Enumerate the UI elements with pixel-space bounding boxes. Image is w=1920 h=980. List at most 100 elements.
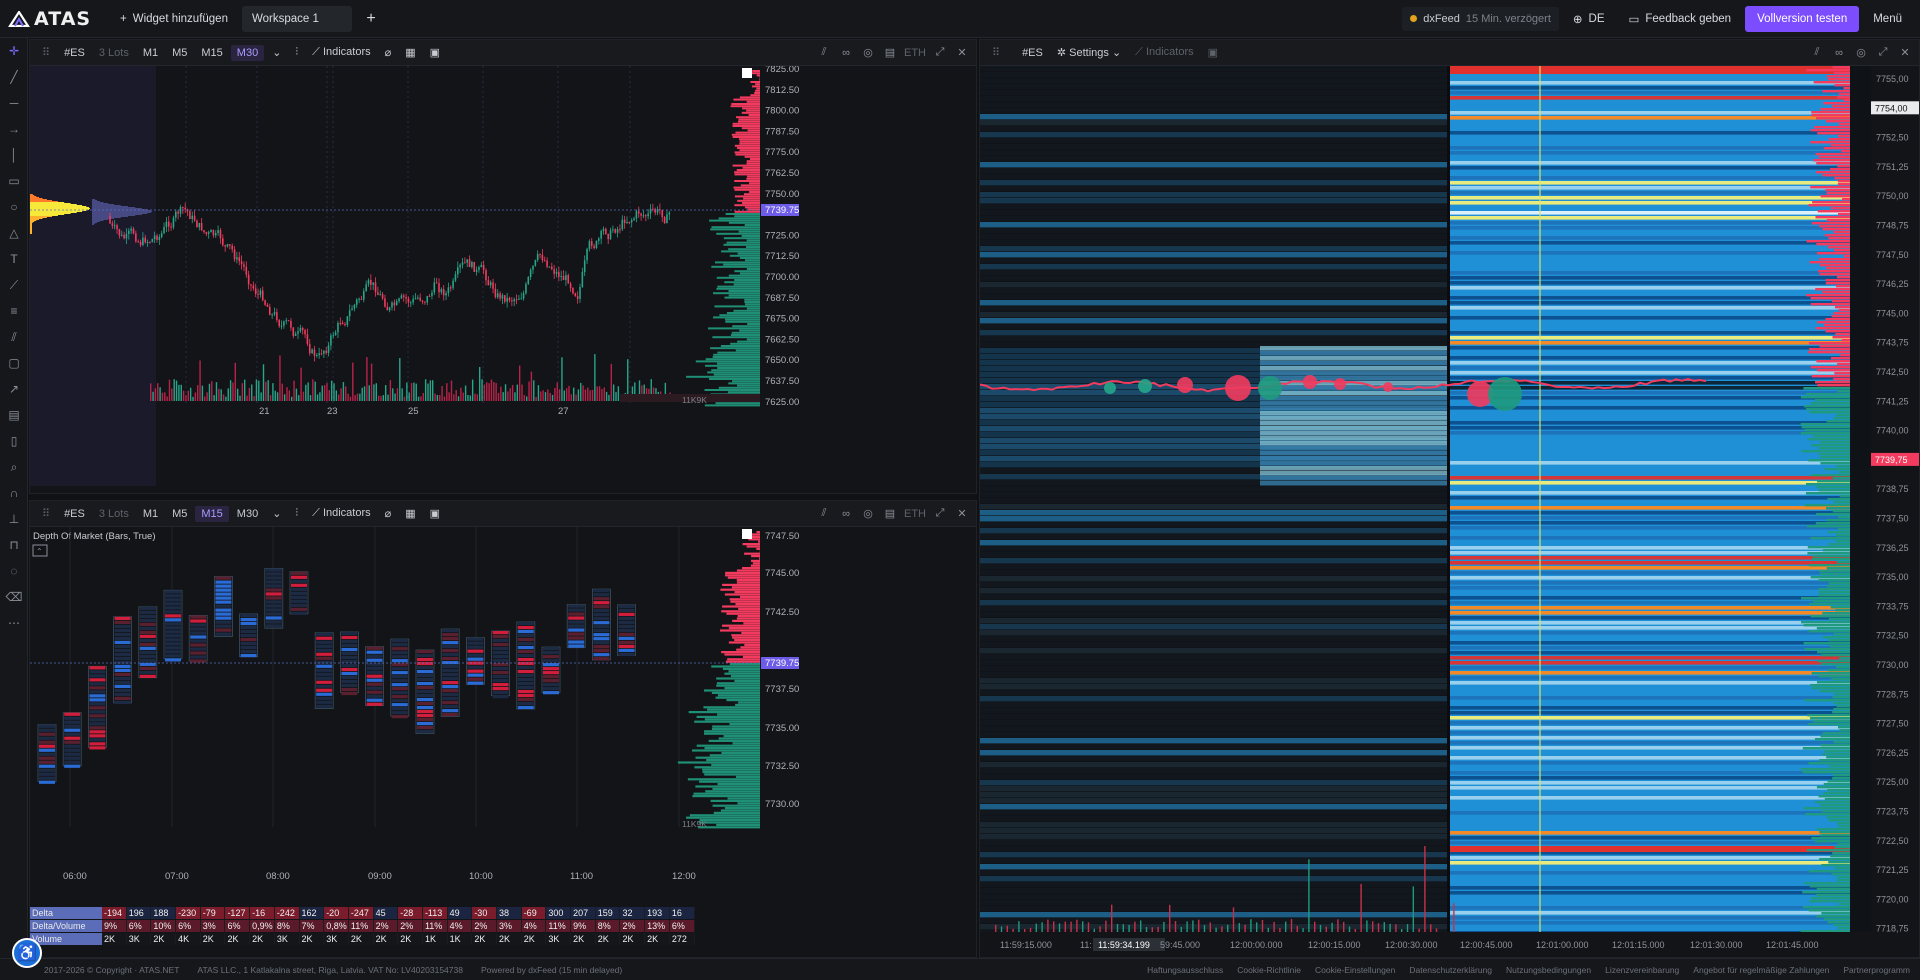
- camera-icon[interactable]: ◎: [860, 507, 876, 520]
- calendar-icon[interactable]: ▤: [882, 507, 898, 520]
- template-icon[interactable]: ⫽: [816, 46, 832, 59]
- attach-icon[interactable]: ⌀: [379, 44, 398, 61]
- indicators-button[interactable]: ⟋ Indicators: [306, 44, 376, 61]
- arrow-icon[interactable]: ↗: [0, 376, 28, 402]
- drag-handle-icon[interactable]: ⠿: [36, 44, 56, 61]
- session-label[interactable]: ETH: [904, 508, 926, 520]
- add-widget-button[interactable]: + Widget hinzufügen: [110, 6, 238, 32]
- language-button[interactable]: ⊕ DE: [1563, 6, 1615, 32]
- trash-icon[interactable]: ⌫: [0, 584, 28, 610]
- bars-pattern-icon[interactable]: ▤: [0, 402, 28, 428]
- chevron-down-icon[interactable]: ⌄: [266, 505, 287, 522]
- tf-m15[interactable]: M15: [195, 45, 228, 61]
- menu-button[interactable]: Menü: [1863, 6, 1912, 32]
- heatmap-chart[interactable]: 7755,00 7754,00 7752,50 7751,25 7750,00 7748,…: [980, 66, 1919, 957]
- footprint-svg[interactable]: Depth Of Market (Bars, True) ⌃ 7747.5077…: [30, 527, 977, 958]
- workspace-tab[interactable]: Workspace 1: [241, 5, 352, 32]
- tf-m5[interactable]: M5: [166, 506, 193, 522]
- heatmap-svg[interactable]: 7755,007754,007752,507751,257750,007748,…: [980, 66, 1920, 958]
- attach-icon[interactable]: ⌀: [379, 505, 398, 522]
- fullscreen-icon[interactable]: ⤢: [932, 507, 948, 520]
- template-icon[interactable]: ⫽: [816, 507, 832, 520]
- channel-icon[interactable]: ⫽: [0, 324, 28, 350]
- text-icon[interactable]: T: [0, 246, 28, 272]
- footer-link[interactable]: Lizenzvereinbarung: [1605, 965, 1679, 975]
- toggle-icon[interactable]: [742, 68, 752, 78]
- chart-type-icon[interactable]: ⫶: [289, 44, 304, 61]
- drag-handle-icon[interactable]: ⠿: [986, 44, 1006, 61]
- zoom-icon[interactable]: ⌕: [0, 454, 28, 480]
- fullscreen-icon[interactable]: ⤢: [1875, 46, 1891, 59]
- crosshair-icon[interactable]: ✛: [0, 38, 28, 64]
- upgrade-button[interactable]: Vollversion testen: [1745, 5, 1860, 32]
- link-icon[interactable]: ∞: [838, 47, 854, 59]
- footprint-cell: [442, 665, 459, 669]
- tf-m15[interactable]: M15: [195, 505, 229, 522]
- camera-icon[interactable]: ◎: [860, 46, 876, 59]
- close-icon[interactable]: ✕: [1897, 46, 1913, 59]
- chart-type-icon[interactable]: ⫶: [289, 505, 304, 522]
- camera-icon[interactable]: ◎: [1853, 46, 1869, 59]
- candlestick-chart[interactable]: 7825.00 7812.50 7800.00 7787.50 7775.00 7762.…: [30, 64, 977, 494]
- tf-m1[interactable]: M1: [137, 506, 164, 522]
- symbol-label[interactable]: #ES: [58, 45, 91, 61]
- fibonacci-icon[interactable]: ≡: [0, 298, 28, 324]
- atas-logo[interactable]: ATAS: [0, 8, 110, 30]
- settings-button[interactable]: ✲ Settings ⌄: [1051, 44, 1127, 61]
- footer-link[interactable]: Datenschutzerklärung: [1409, 965, 1492, 975]
- chevron-down-icon[interactable]: ⌄: [266, 44, 287, 61]
- footer-link[interactable]: Nutzungsbedingungen: [1506, 965, 1591, 975]
- vertical-line-icon[interactable]: │: [0, 142, 28, 168]
- close-icon[interactable]: ✕: [954, 46, 970, 59]
- candlestick-svg[interactable]: 7825.007812.507800.007787.507775.007762.…: [30, 64, 977, 494]
- footer-link[interactable]: Angebot für regelmäßige Zahlungen: [1693, 965, 1829, 975]
- ray-icon[interactable]: →: [0, 116, 28, 142]
- footer-link[interactable]: Haftungsausschluss: [1147, 965, 1223, 975]
- lots-label[interactable]: 3 Lots: [93, 45, 135, 61]
- toggle-icon[interactable]: [742, 529, 752, 539]
- fullscreen-icon[interactable]: ⤢: [932, 46, 948, 59]
- drag-handle-icon[interactable]: ⠿: [36, 505, 56, 522]
- ruler-icon[interactable]: ⟋: [0, 272, 28, 298]
- note-icon[interactable]: ▯: [0, 428, 28, 454]
- eye-icon[interactable]: ◌: [0, 558, 28, 584]
- symbol-label[interactable]: #ES: [58, 506, 91, 522]
- ellipse-icon[interactable]: ○: [0, 194, 28, 220]
- session-label[interactable]: ETH: [904, 47, 926, 59]
- close-icon[interactable]: ✕: [954, 507, 970, 520]
- line-tool-icon[interactable]: ╱: [0, 64, 28, 90]
- range-icon[interactable]: ▢: [0, 350, 28, 376]
- calendar-icon[interactable]: ▤: [882, 46, 898, 59]
- symbol-label[interactable]: #ES: [1016, 45, 1049, 61]
- footer-link[interactable]: Partnerprogramm: [1843, 965, 1910, 975]
- data-feed-status[interactable]: dxFeed 15 Min. verzögert: [1402, 6, 1559, 31]
- footer-link[interactable]: Cookie-Einstellungen: [1315, 965, 1395, 975]
- more-icon[interactable]: ⋯: [0, 610, 28, 636]
- tf-m30[interactable]: M30: [231, 506, 264, 522]
- feedback-button[interactable]: ▭ Feedback geben: [1619, 6, 1742, 32]
- link-icon[interactable]: ∞: [838, 508, 854, 520]
- magnet-icon[interactable]: ∩: [0, 480, 28, 506]
- panel-icon[interactable]: ▣: [424, 44, 446, 61]
- measure-icon[interactable]: ⊥: [0, 506, 28, 532]
- indicators-button[interactable]: ⟋ Indicators: [1129, 44, 1199, 61]
- footprint-chart[interactable]: Depth Of Market (Bars, True) ⌃ 7747.50 77…: [30, 527, 976, 957]
- link-icon[interactable]: ∞: [1831, 47, 1847, 59]
- layout-icon[interactable]: ▦: [399, 505, 421, 522]
- add-workspace-icon[interactable]: +: [358, 6, 384, 32]
- triangle-icon[interactable]: △: [0, 220, 28, 246]
- tf-m1[interactable]: M1: [137, 45, 164, 61]
- panel-icon[interactable]: ▣: [424, 505, 446, 522]
- footer-link[interactable]: Cookie-Richtlinie: [1237, 965, 1301, 975]
- lock-icon[interactable]: ⊓: [0, 532, 28, 558]
- indicators-button[interactable]: ⟋ Indicators: [306, 505, 376, 522]
- accessibility-icon[interactable]: ♿: [12, 938, 42, 968]
- horizontal-line-icon[interactable]: ─: [0, 90, 28, 116]
- rectangle-icon[interactable]: ▭: [0, 168, 28, 194]
- tf-m5[interactable]: M5: [166, 45, 193, 61]
- layout-icon[interactable]: ▦: [399, 44, 421, 61]
- panel-icon[interactable]: ▣: [1202, 44, 1224, 61]
- lots-label[interactable]: 3 Lots: [93, 506, 135, 522]
- template-icon[interactable]: ⫽: [1809, 46, 1825, 59]
- tf-m30[interactable]: M30: [230, 44, 265, 61]
